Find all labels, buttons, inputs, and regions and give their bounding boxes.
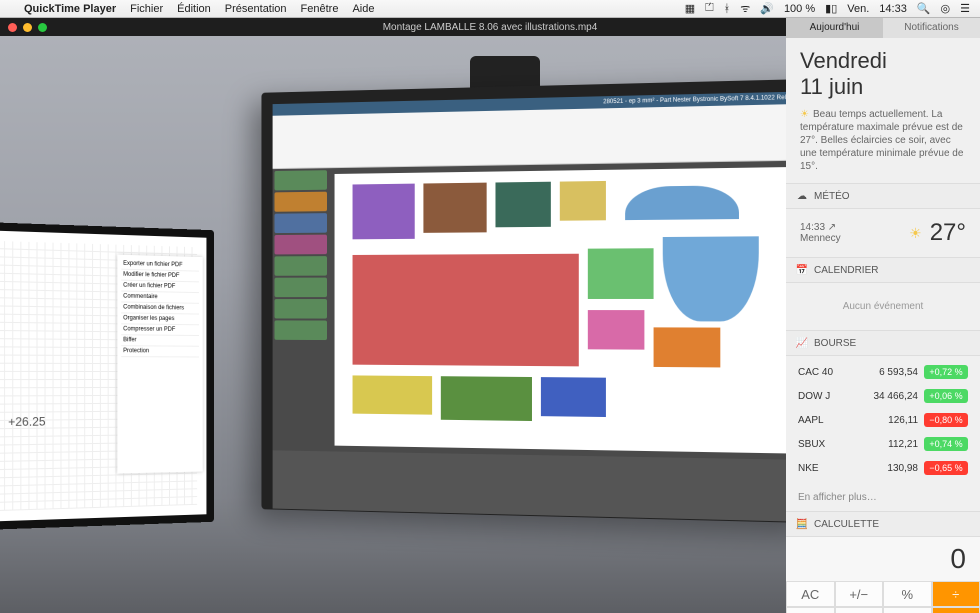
bluetooth-icon[interactable]: ᚼ	[724, 3, 731, 15]
calc-key-9[interactable]: 9	[883, 607, 932, 613]
calc-key-ac[interactable]: AC	[786, 581, 835, 607]
battery-icon[interactable]: ▮▯	[825, 2, 837, 15]
zoom-icon[interactable]	[38, 23, 47, 32]
wifi-icon[interactable]: ᯤ	[740, 1, 750, 16]
nc-section-stocks[interactable]: 📈 BOURSE	[786, 330, 980, 356]
cad-side-panel: Exporter un fichier PDFModifier le fichi…	[117, 255, 202, 474]
sun-icon: ☀	[909, 225, 922, 242]
menu-help[interactable]: Aide	[352, 3, 374, 15]
spotlight-icon[interactable]: 🔍	[917, 2, 931, 15]
clock-day[interactable]: Ven.	[847, 3, 869, 15]
main-monitor: 280521 - ep 3 mm² - Part Nester Bystroni…	[261, 79, 786, 523]
stocks-widget: CAC 40 6 593,54 +0,72 % DOW J 34 466,24 …	[786, 356, 980, 484]
nesting-canvas	[335, 167, 786, 454]
menu-file[interactable]: Fichier	[130, 3, 163, 15]
nesting-ribbon	[273, 104, 786, 169]
stocks-show-more[interactable]: En afficher plus…	[786, 484, 980, 511]
stock-row[interactable]: SBUX 112,21 +0,74 %	[786, 432, 980, 456]
stock-row[interactable]: DOW J 34 466,24 +0,06 %	[786, 384, 980, 408]
calc-display: 0	[786, 537, 980, 581]
menu-edit[interactable]: Édition	[177, 3, 211, 15]
status-icon[interactable]: ▦	[685, 2, 695, 15]
tab-today[interactable]: Aujourd'hui	[786, 18, 883, 38]
stock-row[interactable]: AAPL 126,11 −0,80 %	[786, 408, 980, 432]
weather-icon: ☁	[796, 190, 808, 202]
nc-section-meteo[interactable]: ☁ MÉTÉO	[786, 183, 980, 209]
clock-time[interactable]: 14:33	[879, 3, 907, 15]
calculator-widget: 0 AC +/− % ÷ 7 8 9 × 4 5 6 − 1 2 3 +	[786, 537, 980, 613]
notification-center-sidebar: Aujourd'hui Notifications Vendredi 11 ju…	[786, 18, 980, 613]
siri-icon[interactable]: ◎	[941, 2, 951, 15]
nc-section-calculator[interactable]: 🧮 CALCULETTE	[786, 511, 980, 537]
calendar-empty: Aucun événement	[786, 283, 980, 330]
video-filename: Montage LAMBALLE 8.06 avec illustrations…	[383, 22, 598, 33]
mac-menubar: QuickTime Player Fichier Édition Présent…	[0, 0, 980, 18]
app-name[interactable]: QuickTime Player	[24, 3, 116, 15]
close-icon[interactable]	[8, 23, 17, 32]
stock-row[interactable]: NKE 130,98 −0,65 %	[786, 456, 980, 480]
stocks-icon: 📈	[796, 337, 808, 349]
calc-key-sign[interactable]: +/−	[835, 581, 884, 607]
nesting-sidebar	[273, 168, 329, 451]
nc-tabs: Aujourd'hui Notifications	[786, 18, 980, 38]
video-frame: 280521 - ep 3 mm² - Part Nester Bystroni…	[0, 36, 786, 613]
meteo-temp: 27°	[930, 219, 966, 247]
calc-key-percent[interactable]: %	[883, 581, 932, 607]
menu-window[interactable]: Fenêtre	[301, 3, 339, 15]
meteo-city: Mennecy	[800, 233, 841, 244]
calculator-icon: 🧮	[796, 518, 808, 530]
screen-icon[interactable]: ⏍	[705, 2, 713, 15]
nc-forecast-text: ☀Beau temps actuellement. La température…	[786, 108, 980, 183]
battery-percent[interactable]: 100 %	[784, 3, 815, 15]
calendar-icon: 📅	[796, 264, 808, 276]
nesting-table	[273, 450, 786, 522]
meteo-widget[interactable]: 14:33 ↗ Mennecy ☀ 27°	[786, 209, 980, 257]
secondary-monitor: +26.25 Exporter un fichier PDFModifier l…	[0, 222, 214, 531]
minimize-icon[interactable]	[23, 23, 32, 32]
meteo-time: 14:33 ↗	[800, 222, 841, 233]
notification-center-icon[interactable]: ☰	[960, 2, 970, 15]
calc-key-divide[interactable]: ÷	[932, 581, 980, 607]
nc-daymonth: 11 juin	[800, 74, 966, 100]
stock-row[interactable]: CAC 40 6 593,54 +0,72 %	[786, 360, 980, 384]
sun-icon: ☀	[800, 109, 809, 120]
nc-date-header: Vendredi 11 juin	[786, 38, 980, 108]
cad-dimension: +26.25	[8, 414, 45, 429]
nc-weekday: Vendredi	[800, 48, 966, 74]
nc-section-calendar[interactable]: 📅 CALENDRIER	[786, 257, 980, 283]
calc-key-multiply[interactable]: ×	[932, 607, 980, 613]
calc-key-7[interactable]: 7	[786, 607, 835, 613]
tab-notifications[interactable]: Notifications	[883, 18, 980, 38]
menu-view[interactable]: Présentation	[225, 3, 287, 15]
volume-icon[interactable]: 🔊	[760, 2, 774, 15]
calc-key-8[interactable]: 8	[835, 607, 884, 613]
